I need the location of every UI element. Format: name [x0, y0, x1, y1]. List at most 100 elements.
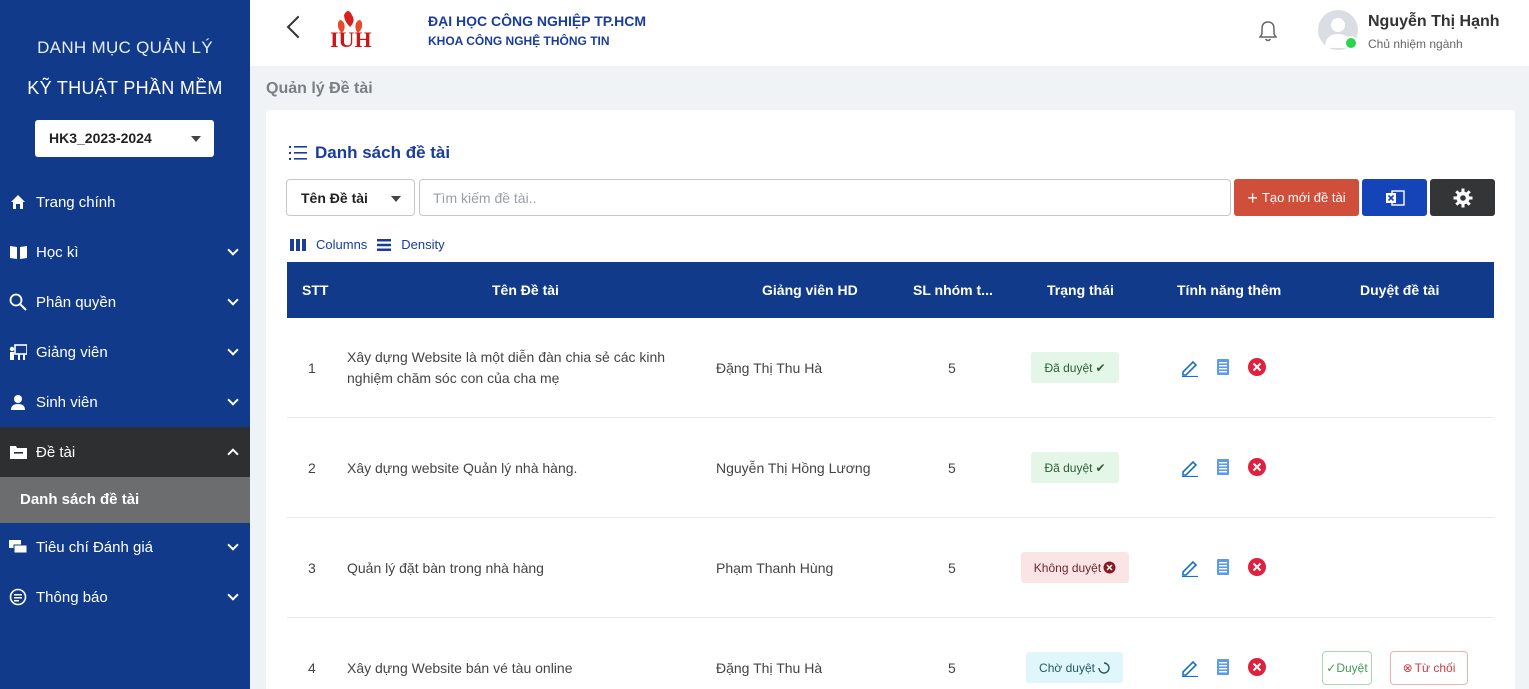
message-icon: [9, 588, 27, 606]
delete-icon[interactable]: [1247, 357, 1267, 377]
column-header-group-count[interactable]: SL nhóm t...: [913, 282, 993, 298]
caret-down-icon: [391, 196, 401, 202]
status-badge: Đã duyệt ✔: [1031, 452, 1119, 483]
edit-icon[interactable]: [1180, 557, 1200, 577]
approve-label: Duyệt: [1336, 661, 1368, 675]
sidebar-item-label: Sinh viên: [36, 393, 98, 411]
sidebar-item-topics[interactable]: Đề tài: [0, 427, 250, 477]
rejected-icon: [1103, 561, 1116, 574]
chevron-down-icon: [227, 294, 239, 306]
sidebar-item-label: Học kì: [36, 243, 79, 261]
reject-button[interactable]: ⊗ Từ chối: [1390, 651, 1468, 685]
list-title: Danh sách đề tài: [289, 143, 450, 163]
faculty-name: KHOA CÔNG NGHỆ THÔNG TIN: [428, 34, 610, 48]
top-header: IUH ĐẠI HỌC CÔNG NGHIỆP TP.HCM KHOA CÔNG…: [250, 0, 1529, 66]
details-list-icon[interactable]: [1213, 457, 1233, 477]
density-icon: [377, 238, 392, 251]
column-header-stt[interactable]: STT: [302, 282, 328, 298]
folder-icon: [9, 443, 27, 461]
sidebar-item-label: Đề tài: [36, 443, 76, 461]
status-text: Chờ duyệt: [1039, 660, 1095, 675]
status-text: Không duyệt: [1033, 560, 1102, 575]
sidebar-item-semester[interactable]: Học kì: [0, 227, 250, 277]
page-title: Quản lý Đề tài: [266, 80, 373, 97]
cell-group-count: 5: [948, 560, 956, 576]
sidebar-item-label: Trang chính: [36, 193, 116, 211]
sidebar-item-lecturers[interactable]: Giảng viên: [0, 327, 250, 377]
cell-lecturer: Nguyễn Thị Hồng Lương: [716, 460, 871, 476]
chat-icon: [9, 538, 27, 556]
edit-icon[interactable]: [1180, 657, 1200, 677]
column-header-approval[interactable]: Duyệt đề tài: [1360, 282, 1439, 298]
columns-icon: [290, 238, 306, 251]
table-row: 4 Xây dựng Website bán vé tàu online Đặn…: [287, 618, 1494, 689]
sidebar-item-permissions[interactable]: Phân quyền: [0, 277, 250, 327]
chevron-down-icon: [227, 344, 239, 356]
excel-icon: [1385, 189, 1405, 206]
loading-icon: [1098, 661, 1110, 674]
edit-icon[interactable]: [1180, 357, 1200, 377]
sidebar-item-students[interactable]: Sinh viên: [0, 377, 250, 427]
details-list-icon[interactable]: [1213, 657, 1233, 677]
student-icon: [9, 393, 27, 411]
search-field-select[interactable]: Tên Đề tài: [286, 179, 415, 216]
search-input[interactable]: [419, 179, 1231, 216]
edit-icon[interactable]: [1180, 457, 1200, 477]
back-arrow-icon[interactable]: [286, 15, 310, 39]
details-list-icon[interactable]: [1213, 357, 1233, 377]
home-icon: [9, 193, 27, 211]
logo-text: IUH: [330, 27, 372, 51]
density-button[interactable]: Density: [377, 237, 445, 252]
column-header-topic-name[interactable]: Tên Đề tài: [492, 282, 559, 298]
check-icon: ✓: [1326, 661, 1337, 675]
sidebar-item-home[interactable]: Trang chính: [0, 177, 250, 227]
delete-icon[interactable]: [1247, 557, 1267, 577]
cell-lecturer: Phạm Thanh Hùng: [716, 560, 834, 576]
chevron-down-icon: [227, 589, 239, 601]
create-topic-button[interactable]: + Tạo mới đề tài: [1234, 179, 1359, 216]
sidebar: DANH MỤC QUẢN LÝ KỸ THUẬT PHẦN MỀM HK3_2…: [0, 0, 250, 689]
gear-icon: [1453, 188, 1472, 207]
table-row: 1 Xây dựng Website là một diễn đàn chia …: [287, 318, 1494, 418]
settings-button[interactable]: [1430, 179, 1495, 216]
sidebar-item-label: Phân quyền: [36, 293, 117, 311]
sidebar-item-notifications[interactable]: Thông báo: [0, 572, 250, 622]
bell-icon[interactable]: [1258, 20, 1278, 42]
delete-icon[interactable]: [1247, 457, 1267, 477]
search-field-value: Tên Đề tài: [301, 190, 368, 206]
table-row: 3 Quản lý đặt bàn trong nhà hàng Phạm Th…: [287, 518, 1494, 618]
column-header-lecturer[interactable]: Giảng viên HD: [762, 282, 858, 298]
cell-stt: 2: [308, 460, 316, 476]
table-header: STT Tên Đề tài Giảng viên HD SL nhóm t..…: [287, 262, 1494, 318]
sidebar-item-criteria[interactable]: Tiêu chí Đánh giá: [0, 522, 250, 572]
approve-button[interactable]: ✓ Duyệt: [1322, 651, 1372, 685]
book-icon: [9, 243, 27, 261]
table-row: 2 Xây dựng website Quản lý nhà hàng. Ngu…: [287, 418, 1494, 518]
cell-topic-name: Xây dựng Website bán vé tàu online: [347, 660, 573, 676]
chevron-up-icon: [227, 448, 239, 460]
cell-group-count: 5: [948, 460, 956, 476]
semester-select[interactable]: HK3_2023-2024: [35, 120, 214, 157]
delete-icon[interactable]: [1247, 657, 1267, 677]
sidebar-subitem-topic-list[interactable]: Danh sách đề tài: [0, 477, 250, 523]
export-excel-button[interactable]: [1362, 179, 1427, 216]
user-role: Chủ nhiệm ngành: [1368, 37, 1463, 51]
cell-stt: 4: [308, 660, 316, 676]
cell-lecturer: Đặng Thị Thu Hà: [716, 660, 823, 676]
status-text: Đã duyệt: [1044, 460, 1093, 475]
status-badge: Chờ duyệt: [1026, 652, 1123, 683]
university-name: ĐẠI HỌC CÔNG NGHIỆP TP.HCM: [428, 13, 647, 29]
chevron-down-icon: [227, 539, 239, 551]
chevron-down-icon: [227, 394, 239, 406]
column-header-status[interactable]: Trạng thái: [1047, 282, 1114, 298]
column-header-extra-features[interactable]: Tính năng thêm: [1177, 282, 1281, 298]
chevron-down-icon: [227, 244, 239, 256]
details-list-icon[interactable]: [1213, 557, 1233, 577]
plus-icon: +: [1247, 187, 1258, 208]
cell-lecturer: Đặng Thị Thu Hà: [716, 360, 823, 376]
density-label: Density: [401, 237, 445, 252]
cell-topic-name: Xây dựng Website là một diễn đàn chia sẻ…: [347, 349, 666, 386]
teacher-icon: [9, 343, 27, 361]
sidebar-title-line2: KỸ THUẬT PHẦN MỀM: [27, 78, 223, 98]
columns-button[interactable]: Columns: [290, 237, 367, 252]
